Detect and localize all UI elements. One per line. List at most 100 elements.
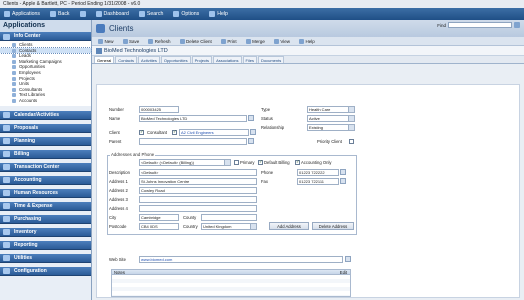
section-proposals[interactable]: Proposals (0, 123, 91, 133)
save-icon (122, 38, 128, 44)
time-expense-icon (3, 203, 10, 210)
add-address-button[interactable]: Add Address (269, 222, 309, 230)
section-utilities[interactable]: Utilities (0, 253, 91, 263)
section-accounting[interactable]: Accounting (0, 175, 91, 185)
accounting-only-checkbox[interactable] (295, 159, 300, 165)
contacts-icon (12, 48, 16, 53)
city-field[interactable]: Cambridge (139, 214, 179, 221)
delete-client-button[interactable]: Delete Client (179, 38, 212, 44)
postcode-field[interactable]: CB4 0DS (139, 223, 179, 230)
merge-label: Merge (252, 38, 265, 44)
parent-lookup-button[interactable] (248, 138, 254, 144)
type-select[interactable]: Health Care (307, 106, 355, 113)
tab-general[interactable]: General (94, 56, 115, 63)
menu-search[interactable]: Search (138, 11, 163, 17)
section-planning[interactable]: Planning (0, 136, 91, 146)
print-button[interactable]: Print (220, 38, 237, 44)
number-field[interactable]: 000003425 (139, 106, 179, 113)
county-field[interactable] (201, 214, 257, 221)
record-title-bar: BioMed Technologies LTD (92, 46, 524, 56)
help-button[interactable]: Help (299, 38, 315, 44)
fax-button[interactable] (340, 178, 346, 184)
section-billing[interactable]: Billing (0, 149, 91, 159)
default-billing-checkbox[interactable] (258, 159, 263, 165)
accounting-only-label: Accounting Only (301, 160, 332, 165)
consultant-checkbox[interactable] (172, 129, 177, 135)
section-configuration[interactable]: Configuration (0, 266, 91, 276)
menu-options-label: Options (181, 11, 200, 17)
reporting-icon (3, 242, 10, 249)
consultant-link[interactable]: A2 Civil Engineers (181, 130, 214, 135)
menu-applications[interactable]: Applications (4, 11, 40, 17)
tab-contacts[interactable]: Contacts (115, 56, 138, 63)
client-record-icon (96, 47, 102, 54)
find-input[interactable] (448, 22, 512, 28)
phone-field[interactable]: 01223 722222 (297, 169, 339, 176)
postcode-label: Postcode (109, 224, 127, 229)
address3-field[interactable] (139, 196, 257, 203)
client-label: Client (109, 130, 120, 135)
view-button[interactable]: View (273, 38, 290, 44)
merge-button[interactable]: Merge (245, 38, 265, 44)
phone-button[interactable] (340, 169, 346, 175)
website-link[interactable]: www.biomed.com (141, 257, 172, 262)
relationship-select[interactable]: Existing (307, 124, 355, 131)
address-selector[interactable]: <Default> (<Default> (Billing)) (139, 159, 231, 166)
section-inventory[interactable]: Inventory (0, 227, 91, 237)
tab-associations[interactable]: Associations (213, 56, 242, 63)
menu-options[interactable]: Options (173, 11, 199, 17)
print-label: Print (227, 38, 237, 44)
fax-field[interactable]: 01223 722111 (297, 178, 339, 185)
description-field[interactable]: <Default> (139, 169, 257, 176)
menu-dashboard[interactable]: Dashboard (95, 11, 129, 17)
priority-client-checkbox[interactable] (349, 139, 354, 144)
section-calendar[interactable]: Calendar/Activities (0, 110, 91, 120)
parent-field[interactable] (139, 138, 247, 145)
tree-item-label: Opportunities (19, 64, 46, 70)
address4-label: Address 4 (109, 206, 128, 211)
client-checkbox[interactable] (139, 129, 144, 135)
name-field[interactable]: BioMed Technologies LTD (139, 115, 247, 122)
tab-files[interactable]: Files (242, 56, 257, 63)
country-select[interactable]: United Kingdom (201, 223, 257, 230)
primary-checkbox[interactable] (234, 160, 239, 165)
inventory-icon (3, 229, 10, 236)
refresh-button[interactable]: Refresh (148, 38, 171, 44)
delete-client-label: Delete Client (186, 38, 212, 44)
tab-projects[interactable]: Projects (191, 56, 213, 63)
tree-item-accounts[interactable]: Accounts (0, 98, 91, 104)
section-time-expense[interactable]: Time & Expense (0, 201, 91, 211)
address2-field[interactable]: Cowley Road (139, 187, 257, 194)
default-billing-label: Default Billing (264, 160, 290, 165)
address1-field[interactable]: St.Johns Innovation Centre (139, 178, 257, 185)
tree-item-label: Clients (19, 42, 33, 47)
search-icon (138, 11, 145, 17)
notes-body[interactable] (111, 275, 351, 297)
new-button[interactable]: New (98, 38, 114, 44)
status-select[interactable]: Active (307, 115, 355, 122)
menu-back[interactable]: Back (49, 11, 70, 17)
consultant-field[interactable]: A2 Civil Engineers (179, 129, 249, 136)
website-edit-button[interactable] (345, 256, 351, 262)
menu-help[interactable]: Help (209, 11, 228, 17)
section-label: Purchasing (14, 215, 42, 222)
tree-item-label: Employees (19, 69, 41, 75)
tree-item-label: Consultants (19, 86, 43, 92)
address4-field[interactable] (139, 205, 257, 212)
name-lookup-button[interactable] (248, 115, 254, 121)
section-human-resources[interactable]: Human Resources (0, 188, 91, 198)
tab-documents[interactable]: Documents (257, 56, 285, 63)
tab-opportunities[interactable]: Opportunities (160, 56, 191, 63)
consultant-label: Consultant (147, 130, 168, 135)
menu-forward[interactable] (79, 11, 86, 17)
save-button[interactable]: Save (122, 38, 139, 44)
tab-activities[interactable]: Activities (138, 56, 160, 63)
section-reporting[interactable]: Reporting (0, 240, 91, 250)
section-purchasing[interactable]: Purchasing (0, 214, 91, 224)
consultant-lookup-button[interactable] (250, 129, 256, 135)
website-field[interactable]: www.biomed.com (139, 256, 343, 263)
section-transaction-center[interactable]: Transaction Center (0, 162, 91, 172)
delete-address-button[interactable]: Delete Address (312, 222, 354, 230)
section-info-center[interactable]: Info Center (0, 32, 91, 41)
find-go-icon[interactable] (514, 22, 520, 28)
